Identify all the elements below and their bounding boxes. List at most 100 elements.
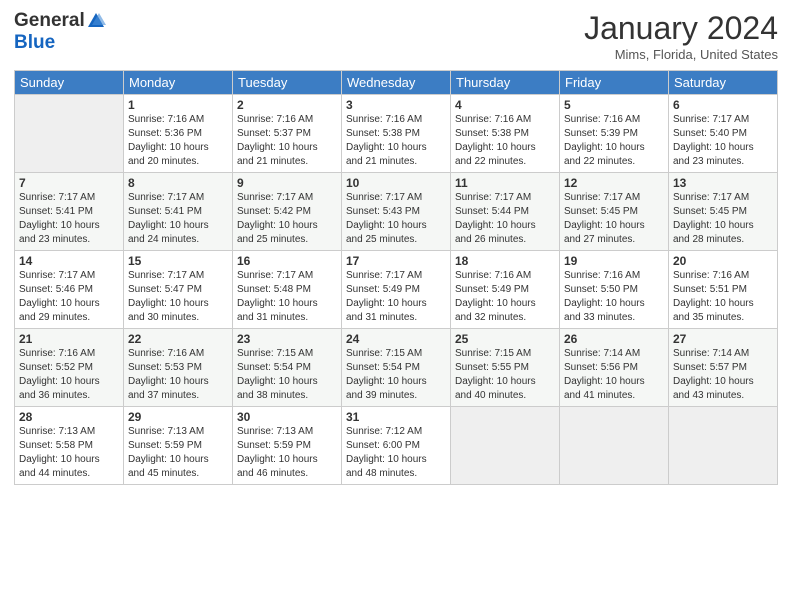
table-row: 28Sunrise: 7:13 AMSunset: 5:58 PMDayligh…: [15, 407, 124, 485]
logo: General Blue: [14, 10, 107, 54]
table-row: 6Sunrise: 7:17 AMSunset: 5:40 PMDaylight…: [669, 95, 778, 173]
sunrise-text: Sunrise: 7:16 AM: [128, 114, 204, 125]
sunset-text: Sunset: 5:53 PM: [128, 362, 202, 373]
sunset-text: Sunset: 5:57 PM: [673, 362, 747, 373]
sunset-text: Sunset: 5:36 PM: [128, 128, 202, 139]
sunset-text: Sunset: 6:00 PM: [346, 440, 420, 451]
table-row: 21Sunrise: 7:16 AMSunset: 5:52 PMDayligh…: [15, 329, 124, 407]
day-info: Sunrise: 7:16 AMSunset: 5:49 PMDaylight:…: [455, 269, 555, 325]
sunset-text: Sunset: 5:41 PM: [128, 206, 202, 217]
day-info: Sunrise: 7:16 AMSunset: 5:53 PMDaylight:…: [128, 347, 228, 403]
sunrise-text: Sunrise: 7:17 AM: [564, 192, 640, 203]
sunset-text: Sunset: 5:38 PM: [455, 128, 529, 139]
sunset-text: Sunset: 5:49 PM: [455, 284, 529, 295]
logo-text: General Blue: [14, 10, 107, 54]
month-title: January 2024: [584, 10, 778, 47]
day-info: Sunrise: 7:16 AMSunset: 5:37 PMDaylight:…: [237, 113, 337, 169]
day-number: 15: [128, 254, 228, 268]
table-row: 17Sunrise: 7:17 AMSunset: 5:49 PMDayligh…: [342, 251, 451, 329]
sunrise-text: Sunrise: 7:14 AM: [673, 348, 749, 359]
page-container: General Blue January 2024 Mims, Florida,…: [0, 0, 792, 493]
table-row: [669, 407, 778, 485]
col-wednesday: Wednesday: [342, 71, 451, 95]
daylight-text: Daylight: 10 hours and 36 minutes.: [19, 376, 100, 401]
col-saturday: Saturday: [669, 71, 778, 95]
logo-icon: [86, 11, 106, 31]
calendar-week-row: 1Sunrise: 7:16 AMSunset: 5:36 PMDaylight…: [15, 95, 778, 173]
table-row: 30Sunrise: 7:13 AMSunset: 5:59 PMDayligh…: [233, 407, 342, 485]
day-number: 19: [564, 254, 664, 268]
day-info: Sunrise: 7:16 AMSunset: 5:50 PMDaylight:…: [564, 269, 664, 325]
table-row: 7Sunrise: 7:17 AMSunset: 5:41 PMDaylight…: [15, 173, 124, 251]
sunset-text: Sunset: 5:41 PM: [19, 206, 93, 217]
logo-blue: Blue: [14, 32, 55, 53]
sunrise-text: Sunrise: 7:16 AM: [237, 114, 313, 125]
day-info: Sunrise: 7:17 AMSunset: 5:43 PMDaylight:…: [346, 191, 446, 247]
day-info: Sunrise: 7:16 AM Sunset: 5:36 PM Daylight:…: [128, 113, 228, 169]
sunset-text: Sunset: 5:56 PM: [564, 362, 638, 373]
day-info: Sunrise: 7:14 AM Sunset: 5:57 PM Daylight:…: [673, 347, 773, 403]
day-number: 2: [237, 98, 337, 112]
daylight-text: Daylight: 10 hours and 20 minutes.: [128, 142, 209, 167]
daylight-text: Daylight: 10 hours and 26 minutes.: [455, 220, 536, 245]
daylight-text: Daylight: 10 hours and 23 minutes.: [19, 220, 100, 245]
table-row: 23Sunrise: 7:15 AMSunset: 5:54 PMDayligh…: [233, 329, 342, 407]
logo-general: General: [14, 10, 85, 32]
table-row: 29Sunrise: 7:13 AMSunset: 5:59 PMDayligh…: [124, 407, 233, 485]
sunrise-text: Sunrise: 7:17 AM: [455, 192, 531, 203]
daylight-text: Daylight: 10 hours and 31 minutes.: [346, 298, 427, 323]
daylight-text: Daylight: 10 hours and 24 minutes.: [128, 220, 209, 245]
daylight-text: Daylight: 10 hours and 46 minutes.: [237, 454, 318, 479]
day-info: Sunrise: 7:15 AM Sunset: 5:55 PM Daylight:…: [455, 347, 555, 403]
col-thursday: Thursday: [451, 71, 560, 95]
table-row: 4Sunrise: 7:16 AMSunset: 5:38 PMDaylight…: [451, 95, 560, 173]
sunrise-text: Sunrise: 7:17 AM: [673, 192, 749, 203]
day-number: 11: [455, 176, 555, 190]
table-row: 15Sunrise: 7:17 AMSunset: 5:47 PMDayligh…: [124, 251, 233, 329]
day-number: 17: [346, 254, 446, 268]
col-sunday: Sunday: [15, 71, 124, 95]
sunset-text: Sunset: 5:44 PM: [455, 206, 529, 217]
table-row: 22Sunrise: 7:16 AMSunset: 5:53 PMDayligh…: [124, 329, 233, 407]
table-row: 16Sunrise: 7:17 AMSunset: 5:48 PMDayligh…: [233, 251, 342, 329]
daylight-text: Daylight: 10 hours and 31 minutes.: [237, 298, 318, 323]
table-row: 1Sunrise: 7:16 AMSunset: 5:36 PMDaylight…: [124, 95, 233, 173]
sunset-text: Sunset: 5:45 PM: [673, 206, 747, 217]
col-tuesday: Tuesday: [233, 71, 342, 95]
table-row: 18Sunrise: 7:16 AMSunset: 5:49 PMDayligh…: [451, 251, 560, 329]
table-row: [560, 407, 669, 485]
sunset-text: Sunset: 5:55 PM: [455, 362, 529, 373]
sunset-text: Sunset: 5:42 PM: [237, 206, 311, 217]
sunset-text: Sunset: 5:51 PM: [673, 284, 747, 295]
sunrise-text: Sunrise: 7:13 AM: [128, 426, 204, 437]
day-number: 3: [346, 98, 446, 112]
day-number: 4: [455, 98, 555, 112]
day-number: 24: [346, 332, 446, 346]
sunrise-text: Sunrise: 7:16 AM: [564, 270, 640, 281]
table-row: 14Sunrise: 7:17 AMSunset: 5:46 PMDayligh…: [15, 251, 124, 329]
day-number: 23: [237, 332, 337, 346]
sunrise-text: Sunrise: 7:15 AM: [455, 348, 531, 359]
day-number: 25: [455, 332, 555, 346]
sunrise-text: Sunrise: 7:16 AM: [128, 348, 204, 359]
daylight-text: Daylight: 10 hours and 40 minutes.: [455, 376, 536, 401]
daylight-text: Daylight: 10 hours and 43 minutes.: [673, 376, 754, 401]
daylight-text: Daylight: 10 hours and 25 minutes.: [237, 220, 318, 245]
table-row: 3Sunrise: 7:16 AMSunset: 5:38 PMDaylight…: [342, 95, 451, 173]
daylight-text: Daylight: 10 hours and 44 minutes.: [19, 454, 100, 479]
daylight-text: Daylight: 10 hours and 48 minutes.: [346, 454, 427, 479]
table-row: 26Sunrise: 7:14 AMSunset: 5:56 PMDayligh…: [560, 329, 669, 407]
sunrise-text: Sunrise: 7:16 AM: [455, 114, 531, 125]
calendar-week-row: 21Sunrise: 7:16 AMSunset: 5:52 PMDayligh…: [15, 329, 778, 407]
table-row: 11 Sunrise: 7:17 AM Sunset: 5:44 PM Dayligh…: [451, 173, 560, 251]
table-row: [451, 407, 560, 485]
sunrise-text: Sunrise: 7:17 AM: [128, 192, 204, 203]
day-info: Sunrise: 7:17 AMSunset: 5:48 PMDaylight:…: [237, 269, 337, 325]
day-number: 18: [455, 254, 555, 268]
day-number: 28: [19, 410, 119, 424]
daylight-text: Daylight: 10 hours and 28 minutes.: [673, 220, 754, 245]
sunrise-text: Sunrise: 7:17 AM: [19, 270, 95, 281]
table-row: 25 Sunrise: 7:15 AM Sunset: 5:55 PM Dayligh…: [451, 329, 560, 407]
daylight-text: Daylight: 10 hours and 35 minutes.: [673, 298, 754, 323]
day-number: 20: [673, 254, 773, 268]
